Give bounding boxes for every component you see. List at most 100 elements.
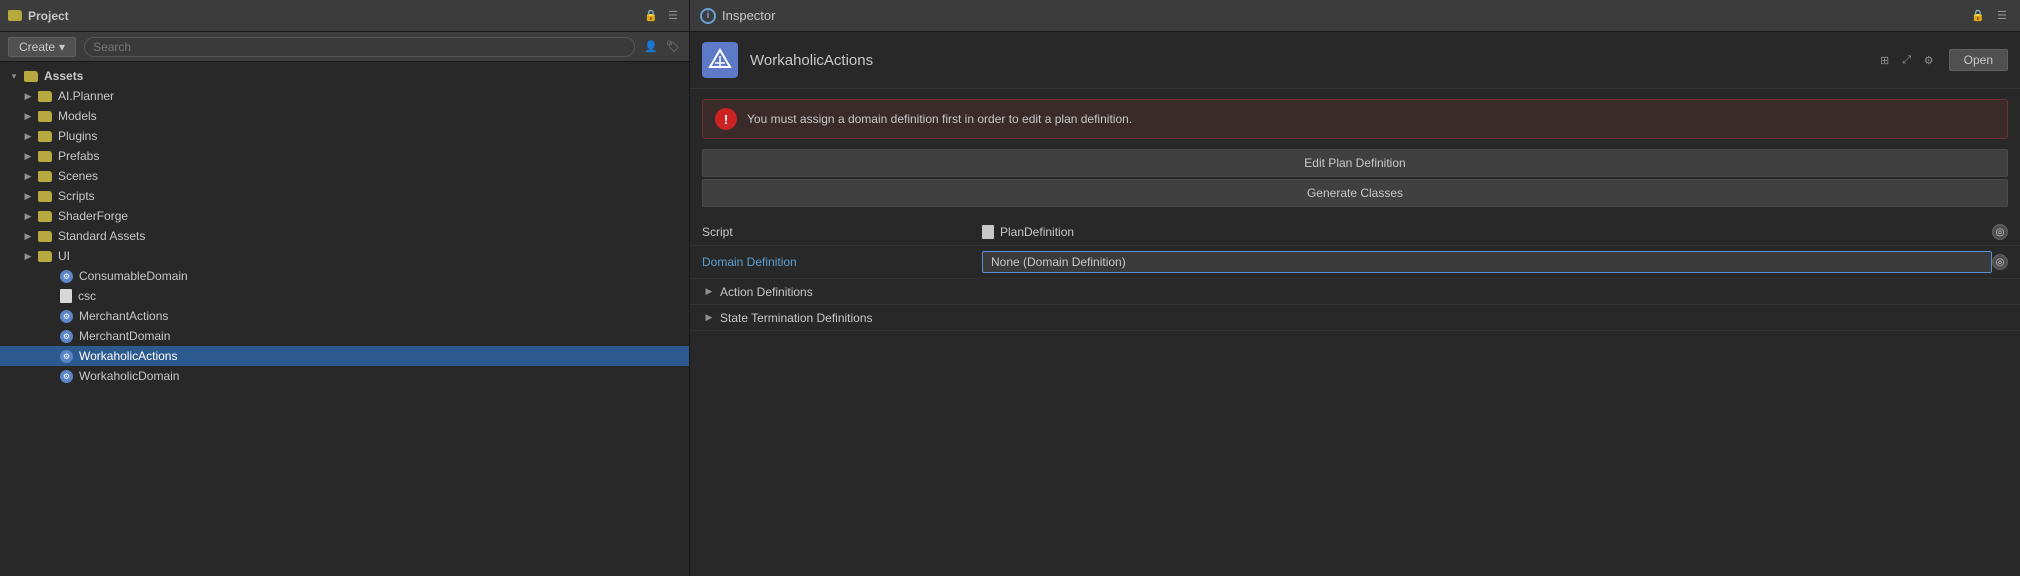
folder-icon — [24, 71, 38, 82]
project-title: Project — [28, 9, 69, 23]
folder-icon — [38, 191, 52, 202]
toolbar-right-icons: 👤 🏷 — [643, 39, 681, 55]
inspector-content: WorkaholicActions ⊞ ⤢ ⚙ Open ! You must … — [690, 32, 2020, 576]
tree-item-label: ShaderForge — [58, 209, 128, 223]
tree-item-merchant-actions[interactable]: ⚙ MerchantActions — [0, 306, 689, 326]
action-definitions-foldout[interactable]: ▶ Action Definitions — [690, 279, 2020, 305]
tree-item-consumable-domain[interactable]: ⚙ ConsumableDomain — [0, 266, 689, 286]
script-file-icon — [982, 225, 994, 239]
chevron-icon: ▶ — [22, 90, 34, 102]
right-panel: i Inspector 🔒 ☰ WorkaholicActions ⊞ ⤢ ⚙ — [690, 0, 2020, 576]
open-button[interactable]: Open — [1949, 49, 2008, 71]
project-header-icons: 🔒 ☰ — [643, 8, 681, 24]
properties-section: Script PlanDefinition ◎ Domain Definitio… — [690, 219, 2020, 331]
left-panel: Project 🔒 ☰ Create ▾ 👤 🏷 ▾ Assets ▶ AI — [0, 0, 690, 576]
domain-definition-field[interactable]: None (Domain Definition) — [982, 251, 1992, 273]
file-gear-icon: ⚙ — [60, 350, 73, 363]
view-icon[interactable]: ⊞ — [1877, 52, 1893, 68]
project-toolbar: Create ▾ 👤 🏷 — [0, 32, 689, 62]
tree-item-shaderforge[interactable]: ▶ ShaderForge — [0, 206, 689, 226]
action-definitions-label: Action Definitions — [720, 285, 813, 299]
tree-item-label: Scripts — [58, 189, 95, 203]
tree-item-models[interactable]: ▶ Models — [0, 106, 689, 126]
script-value-text: PlanDefinition — [1000, 225, 1074, 239]
domain-select-button[interactable]: ◎ — [1992, 254, 2008, 270]
unity-logo — [702, 42, 738, 78]
info-icon: i — [700, 8, 716, 24]
lock-icon[interactable]: 🔒 — [643, 8, 659, 24]
folder-icon — [38, 231, 52, 242]
person-icon[interactable]: 👤 — [643, 39, 659, 55]
warning-icon: ! — [715, 108, 737, 130]
project-folder-icon — [8, 10, 22, 21]
chevron-icon: ▶ — [22, 230, 34, 242]
script-select-button[interactable]: ◎ — [1992, 224, 2008, 240]
chevron-icon: ▶ — [22, 110, 34, 122]
tree-item-plugins[interactable]: ▶ Plugins — [0, 126, 689, 146]
inspector-header-right: 🔒 ☰ — [1970, 8, 2010, 24]
file-gear-icon: ⚙ — [60, 310, 73, 323]
script-label: Script — [702, 225, 982, 239]
chevron-icon: ▶ — [22, 250, 34, 262]
tree-item-label: ConsumableDomain — [79, 269, 188, 283]
folder-icon — [38, 131, 52, 142]
project-header-left: Project — [8, 9, 69, 23]
state-termination-label: State Termination Definitions — [720, 311, 873, 325]
action-buttons: Edit Plan Definition Generate Classes — [702, 149, 2008, 209]
foldout-chevron-icon: ▶ — [702, 311, 716, 325]
generate-classes-button[interactable]: Generate Classes — [702, 179, 2008, 207]
inspector-header: i Inspector 🔒 ☰ — [690, 0, 2020, 32]
tree-item-assets[interactable]: ▾ Assets — [0, 66, 689, 86]
expand-icon[interactable]: ⤢ — [1899, 52, 1915, 68]
tree-item-prefabs[interactable]: ▶ Prefabs — [0, 146, 689, 166]
warning-box: ! You must assign a domain definition fi… — [702, 99, 2008, 139]
edit-plan-definition-button[interactable]: Edit Plan Definition — [702, 149, 2008, 177]
chevron-icon: ▶ — [22, 130, 34, 142]
warning-text: You must assign a domain definition firs… — [747, 112, 1132, 126]
tree-item-scenes[interactable]: ▶ Scenes — [0, 166, 689, 186]
folder-icon — [38, 91, 52, 102]
folder-icon — [38, 211, 52, 222]
tree-item-label: Standard Assets — [58, 229, 145, 243]
project-panel-header: Project 🔒 ☰ — [0, 0, 689, 32]
asset-header-right: ⊞ ⤢ ⚙ — [1877, 52, 1937, 68]
tree-item-label: Models — [58, 109, 97, 123]
tree-item-workaholic-actions[interactable]: ⚙ WorkaholicActions — [0, 346, 689, 366]
domain-definition-label[interactable]: Domain Definition — [702, 255, 982, 269]
state-termination-foldout[interactable]: ▶ State Termination Definitions — [690, 305, 2020, 331]
tree-item-merchant-domain[interactable]: ⚙ MerchantDomain — [0, 326, 689, 346]
folder-icon — [38, 251, 52, 262]
lock-icon[interactable]: 🔒 — [1970, 8, 1986, 24]
tree-item-label: Plugins — [58, 129, 97, 143]
folder-icon — [38, 151, 52, 162]
tree-item-scripts[interactable]: ▶ Scripts — [0, 186, 689, 206]
menu-icon[interactable]: ☰ — [665, 8, 681, 24]
tree-item-label: MerchantDomain — [79, 329, 170, 343]
file-gear-icon: ⚙ — [60, 270, 73, 283]
script-value: PlanDefinition — [982, 225, 1992, 239]
script-property-row: Script PlanDefinition ◎ — [690, 219, 2020, 246]
create-button[interactable]: Create ▾ — [8, 37, 76, 57]
inspector-title: Inspector — [722, 8, 775, 23]
tree-item-label: Assets — [44, 69, 83, 83]
tree-item-ui[interactable]: ▶ UI — [0, 246, 689, 266]
chevron-icon: ▶ — [22, 190, 34, 202]
asset-header: WorkaholicActions ⊞ ⤢ ⚙ Open — [690, 32, 2020, 89]
settings-icon[interactable]: ⚙ — [1921, 52, 1937, 68]
tag-icon[interactable]: 🏷 — [665, 39, 681, 55]
tree-item-workaholic-domain[interactable]: ⚙ WorkaholicDomain — [0, 366, 689, 386]
chevron-icon: ▶ — [22, 170, 34, 182]
chevron-icon: ▾ — [8, 70, 20, 82]
search-input[interactable] — [84, 37, 635, 57]
chevron-icon: ▶ — [22, 150, 34, 162]
asset-name: WorkaholicActions — [750, 52, 873, 69]
tree-item-standard-assets[interactable]: ▶ Standard Assets — [0, 226, 689, 246]
file-gear-icon: ⚙ — [60, 330, 73, 343]
tree-item-csc[interactable]: csc — [0, 286, 689, 306]
tree-item-label: Prefabs — [58, 149, 99, 163]
menu-icon[interactable]: ☰ — [1994, 8, 2010, 24]
folder-icon — [38, 111, 52, 122]
folder-icon — [38, 171, 52, 182]
tree-item-ai-planner[interactable]: ▶ AI.Planner — [0, 86, 689, 106]
tree-item-label: Scenes — [58, 169, 98, 183]
